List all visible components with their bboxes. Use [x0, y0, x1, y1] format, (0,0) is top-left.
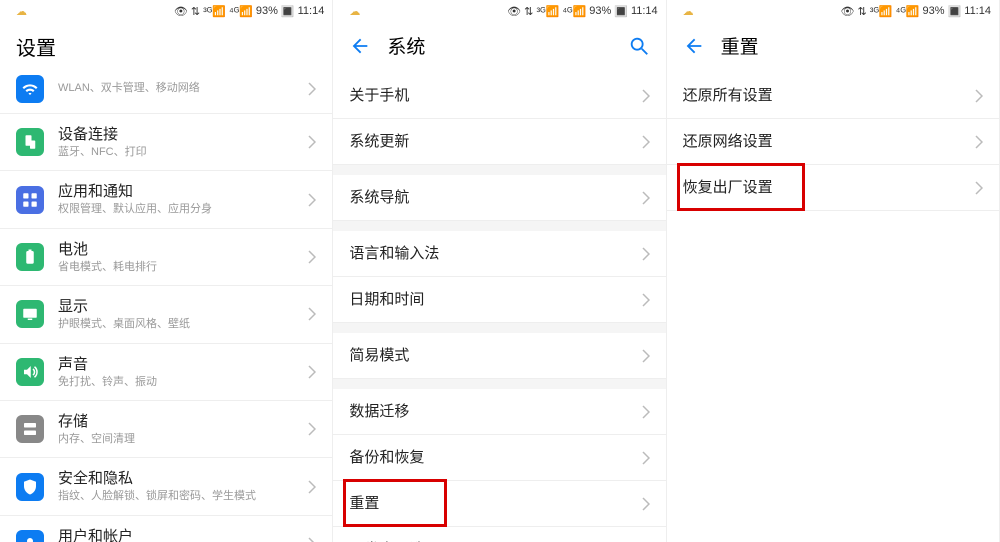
battery-icon: 🔳: [281, 5, 295, 18]
item-title: 声音: [58, 354, 308, 375]
item-title: 关于手机: [349, 85, 641, 106]
system-item[interactable]: 备份和恢复: [333, 435, 665, 481]
back-icon[interactable]: [349, 35, 371, 57]
reset-item[interactable]: 还原所有设置: [667, 73, 999, 119]
section-gap: [333, 165, 665, 175]
battery-icon: [16, 243, 44, 271]
apps-icon: [16, 186, 44, 214]
item-title: 恢复出厂设置: [683, 177, 975, 198]
item-subtitle: 权限管理、默认应用、应用分身: [58, 202, 308, 217]
cloud-icon: ☁: [16, 5, 27, 18]
item-title: 备份和恢复: [349, 447, 641, 468]
screen-reset: ☁ 👁 ⇅ ³ᴳ📶 ⁴ᴳ📶 93% 🔳 11:14 重置 还原所有设置还原网络设…: [667, 0, 1000, 542]
settings-item[interactable]: 设备连接蓝牙、NFC、打印: [0, 114, 332, 171]
status-bar: ☁ 👁 ⇅ ³ᴳ📶 ⁴ᴳ📶 93% 🔳 11:14: [667, 0, 999, 22]
back-icon[interactable]: [683, 35, 705, 57]
system-item[interactable]: 系统更新: [333, 119, 665, 165]
settings-item[interactable]: 声音免打扰、铃声、振动: [0, 344, 332, 401]
item-subtitle: WLAN、双卡管理、移动网络: [58, 81, 308, 96]
time-text: 11:14: [964, 5, 991, 17]
settings-item[interactable]: 安全和隐私指纹、人脸解锁、锁屏和密码、学生模式: [0, 458, 332, 515]
time-text: 11:14: [631, 5, 658, 17]
system-item[interactable]: 开发人员选项: [333, 527, 665, 542]
battery-text: 93%: [589, 5, 611, 17]
wifi-icon: [16, 75, 44, 103]
settings-item[interactable]: 电池省电模式、耗电排行: [0, 229, 332, 286]
status-icons: 👁 ⇅ ³ᴳ📶 ⁴ᴳ📶: [840, 5, 919, 18]
section-gap: [333, 221, 665, 231]
battery-text: 93%: [923, 5, 945, 17]
battery-icon: 🔳: [948, 5, 962, 18]
item-title: 数据迁移: [349, 401, 641, 422]
item-title: 日期和时间: [349, 289, 641, 310]
section-gap: [333, 379, 665, 389]
item-title: 电池: [58, 239, 308, 260]
battery-icon: 🔳: [614, 5, 628, 18]
item-title: 还原网络设置: [683, 131, 975, 152]
page-title: 重置: [721, 32, 983, 59]
system-item[interactable]: 系统导航: [333, 175, 665, 221]
item-subtitle: 蓝牙、NFC、打印: [58, 145, 308, 160]
system-item[interactable]: 数据迁移: [333, 389, 665, 435]
page-title: 系统: [387, 32, 611, 59]
system-item[interactable]: 日期和时间: [333, 277, 665, 323]
display-icon: [16, 300, 44, 328]
status-bar: ☁ 👁 ⇅ ³ᴳ📶 ⁴ᴳ📶 93% 🔳 11:14: [333, 0, 665, 22]
screen-system: ☁ 👁 ⇅ ³ᴳ📶 ⁴ᴳ📶 93% 🔳 11:14 系统 关于手机系统更新系统导…: [333, 0, 666, 542]
section-gap: [333, 323, 665, 333]
item-title: 简易模式: [349, 345, 641, 366]
system-item[interactable]: 重置: [333, 481, 665, 527]
item-title: 安全和隐私: [58, 468, 308, 489]
header: 系统: [333, 22, 665, 73]
status-icons: 👁 ⇅ ³ᴳ📶 ⁴ᴳ📶: [174, 5, 253, 18]
reset-item[interactable]: 恢复出厂设置: [667, 165, 999, 211]
item-title: 应用和通知: [58, 181, 308, 202]
status-icons: 👁 ⇅ ³ᴳ📶 ⁴ᴳ📶: [507, 5, 586, 18]
status-bar: ☁ 👁 ⇅ ³ᴳ📶 ⁴ᴳ📶 93% 🔳 11:14: [0, 0, 332, 22]
system-item[interactable]: 简易模式: [333, 333, 665, 379]
settings-item[interactable]: 用户和帐户多用户、云服务、帐户: [0, 516, 332, 542]
item-title: 语言和输入法: [349, 243, 641, 264]
header: 重置: [667, 22, 999, 73]
security-icon: [16, 473, 44, 501]
item-subtitle: 护眼模式、桌面风格、壁纸: [58, 317, 308, 332]
search-icon[interactable]: [628, 35, 650, 57]
user-icon: [16, 530, 44, 542]
item-title: 显示: [58, 296, 308, 317]
settings-item[interactable]: 应用和通知权限管理、默认应用、应用分身: [0, 171, 332, 228]
item-subtitle: 省电模式、耗电排行: [58, 260, 308, 275]
item-subtitle: 免打扰、铃声、振动: [58, 375, 308, 390]
item-title: 设备连接: [58, 124, 308, 145]
item-title: 存储: [58, 411, 308, 432]
battery-text: 93%: [256, 5, 278, 17]
item-title: 还原所有设置: [683, 85, 975, 106]
storage-icon: [16, 415, 44, 443]
item-subtitle: 指纹、人脸解锁、锁屏和密码、学生模式: [58, 489, 308, 504]
item-subtitle: 内存、空间清理: [58, 432, 308, 447]
time-text: 11:14: [298, 5, 325, 17]
reset-item[interactable]: 还原网络设置: [667, 119, 999, 165]
system-item[interactable]: 语言和输入法: [333, 231, 665, 277]
cloud-icon: ☁: [683, 5, 694, 18]
item-title: 系统更新: [349, 131, 641, 152]
system-item[interactable]: 关于手机: [333, 73, 665, 119]
item-title: 系统导航: [349, 187, 641, 208]
item-title: 重置: [349, 493, 641, 514]
screen-settings: ☁ 👁 ⇅ ³ᴳ📶 ⁴ᴳ📶 93% 🔳 11:14 设置 WLAN、双卡管理、移…: [0, 0, 333, 542]
cloud-icon: ☁: [349, 5, 360, 18]
settings-item[interactable]: 显示护眼模式、桌面风格、壁纸: [0, 286, 332, 343]
device-icon: [16, 128, 44, 156]
settings-item[interactable]: 存储内存、空间清理: [0, 401, 332, 458]
sound-icon: [16, 358, 44, 386]
item-title: 用户和帐户: [58, 526, 308, 542]
settings-item[interactable]: WLAN、双卡管理、移动网络: [0, 75, 332, 114]
page-title: 设置: [0, 22, 332, 75]
